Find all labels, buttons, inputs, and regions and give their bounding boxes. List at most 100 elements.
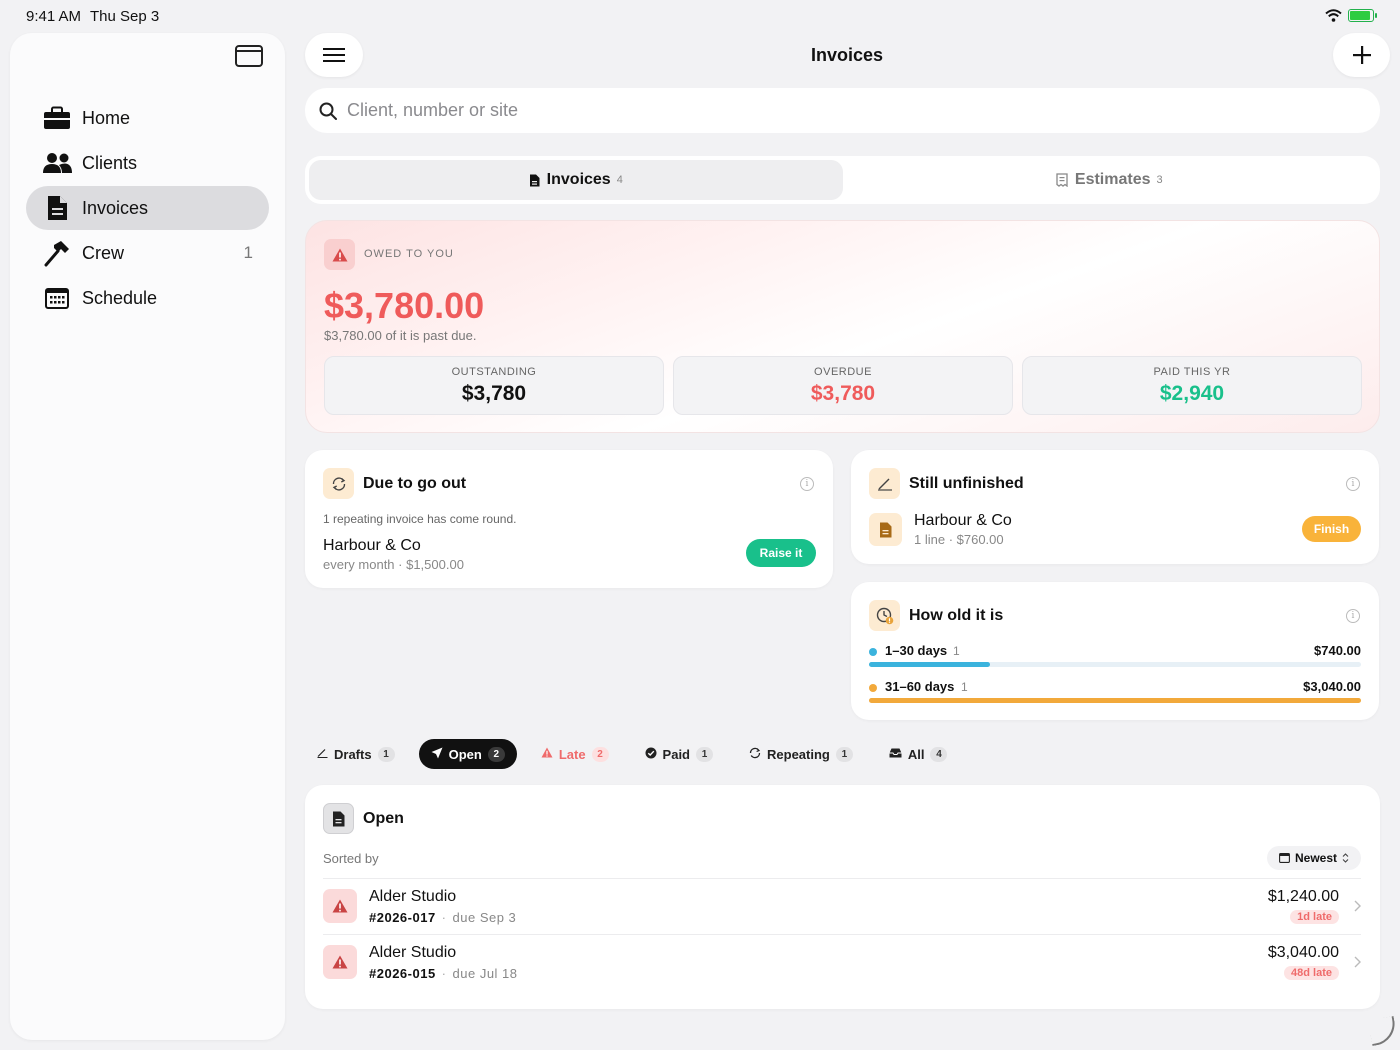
invoice-row[interactable]: Alder Studio #2026-015 · due Jul 18 $3,040…: [323, 934, 1361, 990]
sidebar-item-label: Schedule: [82, 287, 158, 308]
row-client: Alder Studio: [369, 944, 457, 961]
sort-value: Newest: [1294, 851, 1338, 865]
sidebar-item-clients[interactable]: Clients: [26, 141, 269, 185]
bucket-amount: $3,040.00: [1303, 679, 1361, 694]
chip-count: 1: [835, 746, 853, 762]
info-icon[interactable]: i: [1346, 477, 1360, 491]
bucket-dot: [869, 648, 877, 656]
add-invoice-button[interactable]: [1333, 33, 1390, 77]
row-meta: #2026-017 · due Sep 3: [369, 910, 516, 925]
sidebar-item-label: Crew: [82, 242, 125, 263]
filter-open[interactable]: Open 2: [418, 739, 517, 769]
search-input[interactable]: [347, 100, 1247, 121]
sort-dropdown[interactable]: Newest: [1267, 846, 1361, 870]
chevron-right-icon: [1354, 955, 1361, 971]
invoice-row[interactable]: Alder Studio #2026-017 · due Sep 3 $1,240.…: [323, 878, 1361, 934]
finish-button[interactable]: Finish: [1302, 516, 1361, 542]
row-amount: $3,040.00: [1267, 944, 1339, 961]
warning-icon: [323, 889, 357, 923]
sidebar-item-label: Clients: [82, 152, 138, 173]
bucket-amount: $740.00: [1314, 643, 1361, 658]
sidebar: Home Clients Invoices Crew 1 Schedule: [10, 33, 285, 1040]
invoice-list: Alder Studio #2026-017 · due Sep 3 $1,240.…: [323, 878, 1361, 990]
warning-icon: [323, 945, 357, 979]
chevron-right-icon: [1354, 899, 1361, 915]
tab-label: Estimates: [1074, 171, 1151, 188]
bucket-label: 1–30 days: [885, 643, 948, 658]
bucket-bar: [869, 662, 990, 667]
wifi-icon: [1325, 9, 1342, 22]
sidebar-toggle-icon[interactable]: [235, 45, 263, 67]
open-title: Open: [363, 810, 404, 827]
check-badge-icon: [645, 747, 657, 762]
briefcase-icon: [42, 105, 72, 131]
repeat-icon: [323, 468, 354, 499]
info-icon[interactable]: i: [1346, 609, 1360, 623]
unfinished-meta: 1 line · $760.00: [914, 532, 1004, 547]
chip-count: 4: [930, 746, 948, 762]
bucket-dot: [869, 684, 877, 692]
chevron-up-down-icon: [1342, 853, 1349, 863]
filter-late[interactable]: Late 2: [529, 739, 621, 769]
chip-label: Late: [558, 746, 586, 762]
due-card: Due to go out i 1 repeating invoice has …: [305, 450, 833, 588]
document-icon: [869, 513, 902, 546]
search-icon: [319, 102, 337, 120]
chip-count: 1: [696, 746, 714, 762]
row-meta: #2026-015 · due Jul 18: [369, 966, 518, 981]
chip-label: Paid: [662, 746, 691, 762]
plus-icon: [1352, 46, 1371, 64]
filter-paid[interactable]: Paid 1: [633, 739, 725, 769]
late-badge: 48d late: [1284, 966, 1339, 980]
row-invoice-number: #2026-015: [369, 966, 436, 981]
people-icon: [42, 150, 72, 176]
status-bar: 9:41 AM Thu Sep 3: [0, 0, 1400, 32]
owed-summary-card: OWED TO YOU $3,780.00 $3,780.00 of it is…: [305, 220, 1380, 433]
sidebar-item-invoices[interactable]: Invoices: [26, 186, 269, 230]
chip-count: 2: [487, 746, 505, 762]
bucket-label: 31–60 days: [885, 679, 955, 694]
row-due-date: due Sep 3: [452, 910, 517, 925]
battery-icon: [1348, 9, 1377, 22]
tray-icon: [889, 748, 902, 761]
row-invoice-number: #2026-017: [369, 910, 436, 925]
bucket-track: [869, 698, 1361, 703]
unfinished-title: Still unfinished: [909, 475, 1024, 492]
segmented-control: Invoices 4 Estimates 3: [305, 156, 1380, 204]
due-title: Due to go out: [363, 475, 467, 492]
tab-invoices[interactable]: Invoices 4: [309, 160, 843, 200]
calendar-icon: [1279, 853, 1290, 863]
due-client: Harbour & Co: [323, 537, 421, 554]
bucket-count: 1: [961, 680, 968, 694]
tab-estimates[interactable]: Estimates 3: [843, 160, 1377, 200]
stat-label: PAID THIS YR: [1153, 365, 1231, 378]
hammer-icon: [42, 240, 72, 267]
info-icon[interactable]: i: [800, 477, 814, 491]
tab-count: 3: [1156, 174, 1163, 186]
row-separator: ·: [441, 910, 447, 925]
stat-outstanding: OUTSTANDING $3,780: [324, 356, 664, 415]
filter-chips: Drafts 1 Open 2 Late 2 Paid 1 Repeating …: [305, 738, 971, 770]
stat-paid-this-year: PAID THIS YR $2,940: [1022, 356, 1362, 415]
sidebar-item-home[interactable]: Home: [26, 96, 269, 140]
raise-it-button[interactable]: Raise it: [746, 539, 816, 567]
sidebar-item-schedule[interactable]: Schedule: [26, 276, 269, 320]
calendar-icon: [42, 285, 72, 311]
sidebar-item-count: 1: [243, 243, 253, 262]
filter-repeating[interactable]: Repeating 1: [737, 739, 865, 769]
filter-drafts[interactable]: Drafts 1: [305, 739, 407, 769]
stat-label: OVERDUE: [814, 365, 872, 378]
aging-title: How old it is: [909, 607, 1004, 624]
sidebar-item-crew[interactable]: Crew 1: [26, 231, 269, 275]
stat-overdue: OVERDUE $3,780: [673, 356, 1013, 415]
filter-all[interactable]: All 4: [877, 739, 960, 769]
repeat-icon: [749, 747, 761, 762]
pencil-icon: [869, 468, 900, 499]
document-icon: [42, 195, 72, 221]
warning-icon: [324, 239, 355, 270]
resize-handle[interactable]: [1367, 1015, 1399, 1047]
row-client: Alder Studio: [369, 888, 457, 905]
tab-count: 4: [616, 174, 623, 186]
chip-label: All: [907, 746, 925, 762]
warning-icon: [541, 747, 553, 761]
